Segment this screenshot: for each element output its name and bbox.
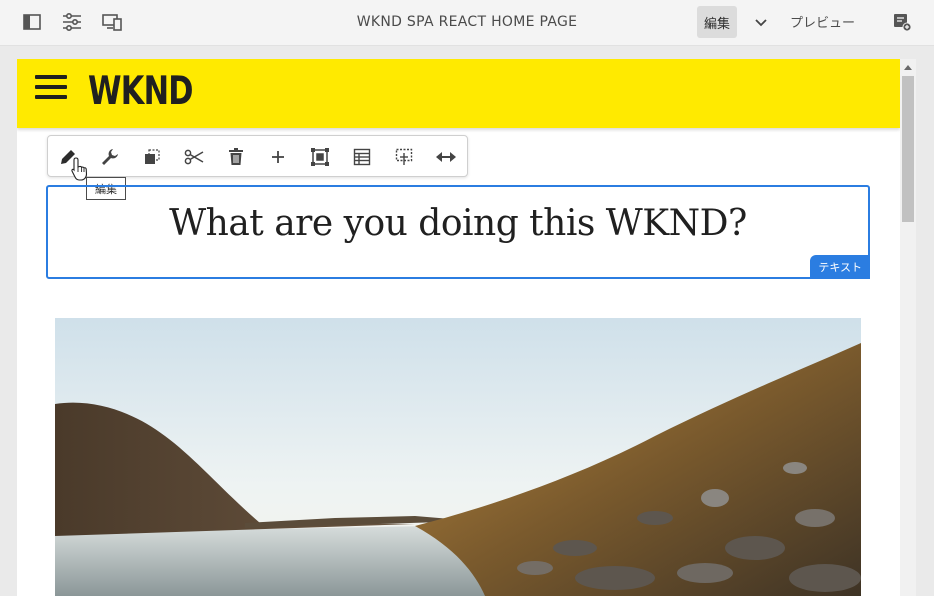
- text-component[interactable]: What are you doing this WKND? テキスト: [46, 185, 870, 279]
- cut-scissors-icon[interactable]: [182, 145, 206, 169]
- chevron-down-icon[interactable]: [750, 12, 772, 34]
- component-type-badge: テキスト: [810, 255, 870, 279]
- emulator-devices-icon[interactable]: [101, 11, 123, 33]
- edit-mode-button[interactable]: 編集: [697, 6, 737, 38]
- page-properties-icon[interactable]: [61, 11, 83, 33]
- site-header: WKND: [17, 59, 900, 128]
- frame-scrollbar[interactable]: [900, 59, 916, 596]
- scrollbar-thumb[interactable]: [902, 76, 914, 222]
- hero-image[interactable]: [55, 318, 861, 596]
- side-panel-toggle-icon[interactable]: [21, 11, 43, 33]
- preview-button[interactable]: プレビュー: [790, 12, 855, 31]
- group-component-icon[interactable]: [392, 145, 416, 169]
- copy-icon[interactable]: [140, 145, 164, 169]
- page-content-frame: WKND 編集 What are you doing this WKND? テキ…: [17, 59, 900, 596]
- configure-wrench-icon[interactable]: [98, 145, 122, 169]
- site-logo[interactable]: WKND: [88, 69, 194, 114]
- component-edit-toolbar: [47, 135, 468, 177]
- annotations-add-icon[interactable]: [891, 11, 913, 33]
- menu-icon[interactable]: [35, 75, 67, 101]
- resize-horizontal-icon[interactable]: [434, 145, 458, 169]
- editor-topbar: WKND SPA REACT HOME PAGE 編集 プレビュー: [0, 0, 934, 46]
- page-heading[interactable]: What are you doing this WKND?: [48, 203, 868, 244]
- delete-trash-icon[interactable]: [224, 145, 248, 169]
- select-parent-icon[interactable]: [308, 145, 332, 169]
- insert-plus-icon[interactable]: [266, 145, 290, 169]
- scroll-up-arrow-icon[interactable]: [900, 59, 916, 75]
- layout-table-icon[interactable]: [350, 145, 374, 169]
